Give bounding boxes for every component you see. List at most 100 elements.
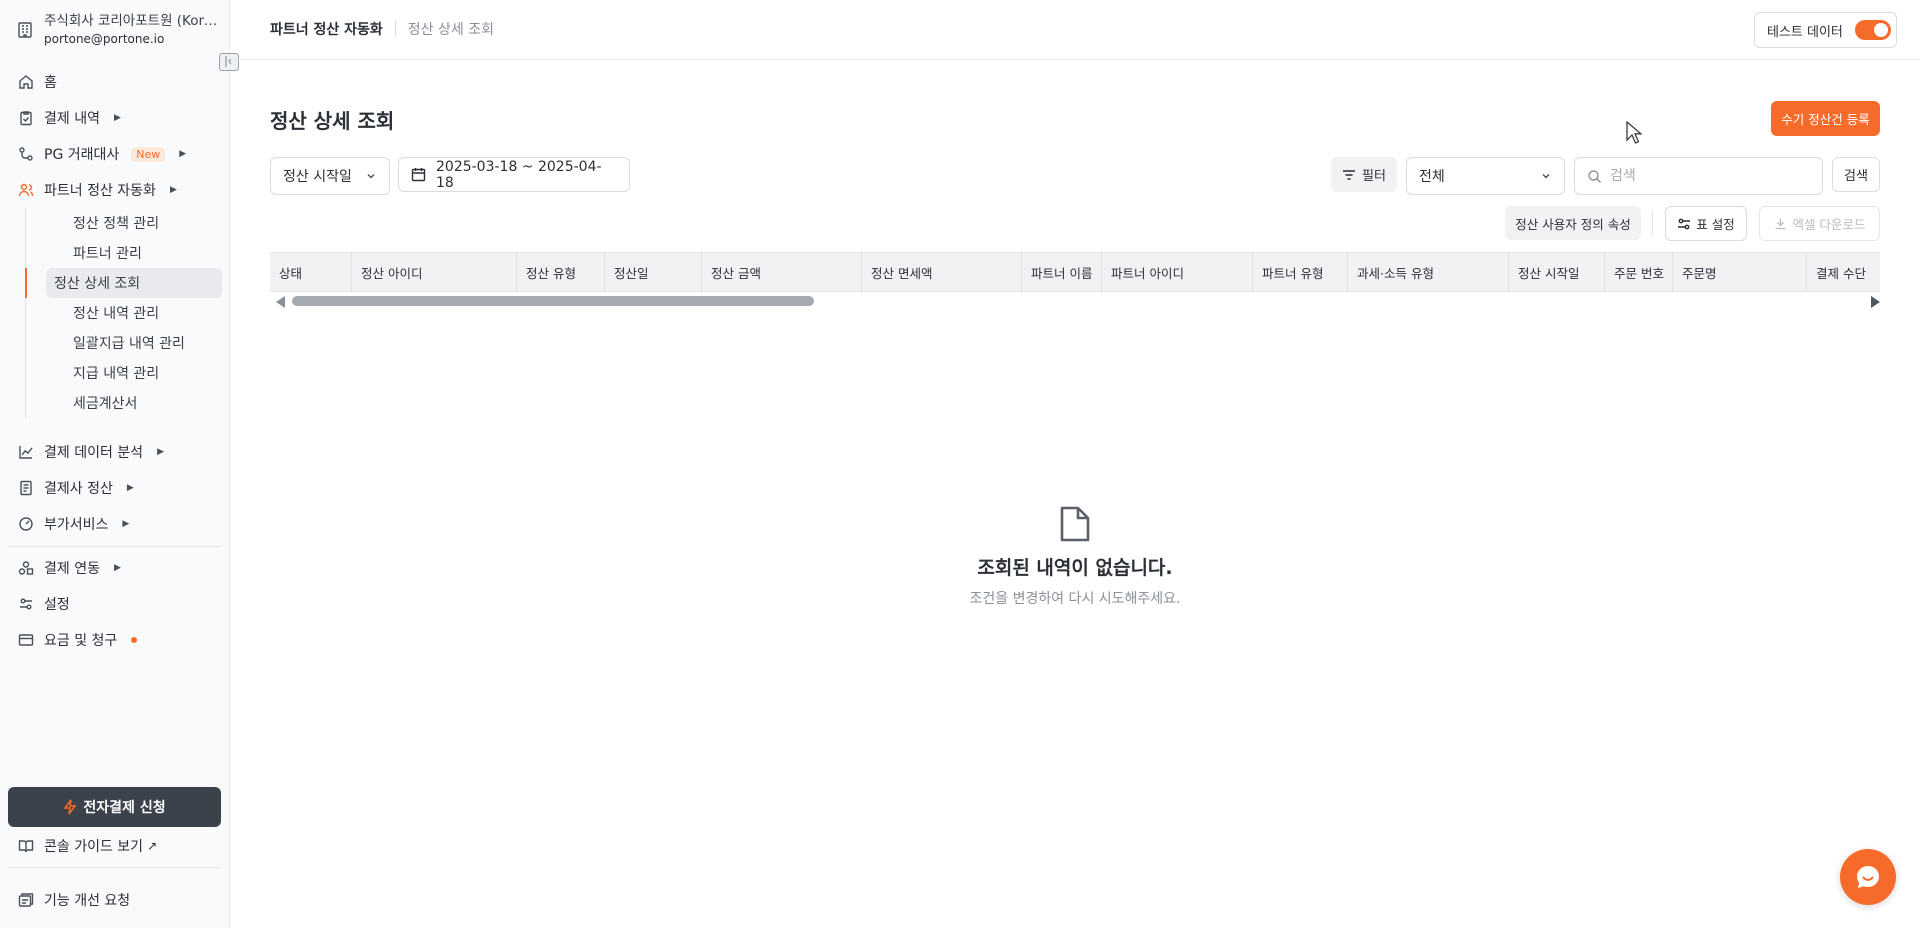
search-scope-value: 전체 [1419, 169, 1445, 185]
chat-support-button[interactable] [1840, 849, 1896, 905]
search-input[interactable] [1610, 168, 1810, 184]
breadcrumb: 파트너 정산 자동화 정산 상세 조회 [270, 19, 494, 39]
test-data-switch[interactable] [1854, 20, 1891, 40]
scroll-left-arrow[interactable] [276, 296, 285, 308]
download-icon [1774, 217, 1787, 230]
date-type-select[interactable]: 정산 시작일 [270, 157, 390, 195]
chevron-down-icon [365, 170, 377, 182]
caret-right-icon: ▶ [122, 519, 130, 529]
receipt-icon [18, 480, 34, 496]
subnav-item-tax-invoice[interactable]: 세금계산서 [26, 388, 221, 418]
column-header[interactable]: 정산 아이디 [352, 253, 517, 291]
building-icon [16, 21, 34, 39]
column-header[interactable]: 정산 유형 [517, 253, 605, 291]
sidebar-item-addons[interactable]: 부가서비스 ▶ [8, 506, 221, 542]
sidebar-nav-main: 홈 결제 내역 ▶ PG 거래대사 New ▶ 파트너 정산 자동화 ▶ [8, 64, 221, 208]
column-header[interactable]: 파트너 이름 [1022, 253, 1102, 291]
console-guide-label: 콘솔 가이드 보기 [44, 839, 144, 855]
sliders-icon [1677, 217, 1691, 231]
home-icon [18, 74, 34, 90]
sidebar-item-label: 결제사 정산 [44, 481, 113, 497]
scroll-right-arrow[interactable] [1871, 296, 1880, 308]
sidebar-divider [8, 546, 221, 547]
subnav-item-policy[interactable]: 정산 정책 관리 [26, 208, 221, 238]
custom-attributes-button[interactable]: 정산 사용자 정의 속성 [1505, 206, 1641, 240]
org-switcher[interactable]: 주식회사 코리아포트원 (Kore... portone@portone.io [16, 10, 226, 50]
subnav-item-settlement-detail[interactable]: 정산 상세 조회 [25, 268, 222, 298]
sidebar-item-label: PG 거래대사 [44, 147, 120, 163]
sidebar-item-integration[interactable]: 결제 연동 ▶ [8, 550, 221, 586]
subnav-item-payout-history[interactable]: 지급 내역 관리 [26, 358, 221, 388]
test-data-toggle[interactable]: 테스트 데이터 [1754, 12, 1897, 48]
sidebar-item-pg-reconciliation[interactable]: PG 거래대사 New ▶ [8, 136, 221, 172]
empty-state: 조회된 내역이 없습니다. 조건을 변경하여 다시 시도해주세요. [900, 505, 1250, 608]
table-settings-button[interactable]: 표 설정 [1665, 206, 1747, 241]
sidebar-nav-analytics: 결제 데이터 분석 ▶ 결제사 정산 ▶ 부가서비스 ▶ [8, 434, 221, 542]
sidebar-item-home[interactable]: 홈 [8, 64, 221, 100]
column-header[interactable]: 정산 면세액 [862, 253, 1022, 291]
empty-state-title: 조회된 내역이 없습니다. [977, 557, 1173, 579]
caret-right-icon: ▶ [126, 483, 134, 493]
feature-request-label: 기능 개선 요청 [44, 893, 131, 909]
sidebar-item-label: 설정 [44, 597, 70, 613]
subnav-label: 정산 내역 관리 [73, 306, 160, 322]
search-scope-select[interactable]: 전체 [1406, 157, 1565, 195]
date-range-picker[interactable]: 2025-03-18 ~ 2025-04-18 [398, 157, 630, 192]
page-title: 정산 상세 조회 [270, 109, 395, 133]
column-header[interactable]: 파트너 유형 [1253, 253, 1348, 291]
subnav-item-partners[interactable]: 파트너 관리 [26, 238, 221, 268]
feedback-icon [18, 892, 34, 908]
sidebar-item-payments[interactable]: 결제 내역 ▶ [8, 100, 221, 136]
column-header[interactable]: 정산 시작일 [1509, 253, 1605, 291]
manual-settlement-register-button[interactable]: 수기 정산건 등록 [1771, 101, 1880, 136]
breadcrumb-parent[interactable]: 파트너 정산 자동화 [270, 19, 383, 39]
excel-download-button[interactable]: 엑셀 다운로드 [1759, 206, 1880, 241]
filter-label: 필터 [1362, 169, 1386, 184]
column-header[interactable]: 상태 [270, 253, 352, 291]
subnav-item-settlement-history[interactable]: 정산 내역 관리 [26, 298, 221, 328]
gauge-icon [18, 516, 34, 532]
clipboard-check-icon [18, 110, 34, 126]
file-icon [1058, 505, 1092, 543]
sidebar-item-pg-settlement[interactable]: 결제사 정산 ▶ [8, 470, 221, 506]
table-settings-label: 표 설정 [1696, 217, 1735, 232]
sidebar-nav-settings: 결제 연동 ▶ 설정 요금 및 청구 [8, 550, 221, 658]
sidebar-item-label: 결제 데이터 분석 [44, 445, 144, 461]
subnav-item-bulk-payout[interactable]: 일괄지급 내역 관리 [26, 328, 221, 358]
filter-button[interactable]: 필터 [1331, 157, 1397, 192]
apply-payment-label: 전자결제 신청 [83, 800, 166, 816]
empty-state-subtitle: 조건을 변경하여 다시 시도해주세요. [969, 591, 1181, 607]
column-header[interactable]: 주문명 [1673, 253, 1807, 291]
search-button[interactable]: 검색 [1832, 157, 1880, 192]
column-header[interactable]: 과세·소득 유형 [1348, 253, 1509, 291]
subnav-label: 일괄지급 내역 관리 [73, 336, 185, 352]
subnav-label: 정산 상세 조회 [54, 276, 141, 292]
caret-right-icon: ▶ [179, 149, 187, 159]
sidebar-item-analytics[interactable]: 결제 데이터 분석 ▶ [8, 434, 221, 470]
sidebar-item-billing[interactable]: 요금 및 청구 [8, 622, 221, 658]
sidebar-item-label: 부가서비스 [44, 517, 109, 533]
column-header[interactable]: 주문 번호 [1605, 253, 1673, 291]
column-header[interactable]: 결제 수단 [1807, 253, 1880, 291]
sidebar-item-label: 요금 및 청구 [44, 633, 118, 649]
column-header[interactable]: 파트너 아이디 [1102, 253, 1253, 291]
breadcrumb-current: 정산 상세 조회 [407, 22, 494, 38]
shapes-icon [18, 560, 34, 576]
table-horizontal-scrollbar[interactable] [270, 292, 1880, 311]
caret-right-icon: ▶ [169, 185, 177, 195]
sidebar-item-label: 결제 내역 [44, 111, 100, 127]
column-header[interactable]: 정산 금액 [702, 253, 862, 291]
caret-right-icon: ▶ [113, 563, 121, 573]
subnav-label: 정산 정책 관리 [73, 216, 160, 232]
scrollbar-thumb[interactable] [292, 296, 814, 306]
book-open-icon [18, 838, 34, 854]
sidebar-item-settings[interactable]: 설정 [8, 586, 221, 622]
apply-payment-button[interactable]: 전자결제 신청 [8, 787, 221, 827]
column-header[interactable]: 정산일 [605, 253, 702, 291]
calendar-icon [411, 167, 426, 182]
feature-request-link[interactable]: 기능 개선 요청 [8, 882, 221, 918]
sidebar-item-partner-settlement[interactable]: 파트너 정산 자동화 ▶ [8, 172, 221, 208]
search-box [1574, 157, 1823, 195]
console-guide-link[interactable]: 콘솔 가이드 보기 ↗ [8, 828, 221, 864]
sidebar: 주식회사 코리아포트원 (Kore... portone@portone.io … [0, 0, 239, 928]
